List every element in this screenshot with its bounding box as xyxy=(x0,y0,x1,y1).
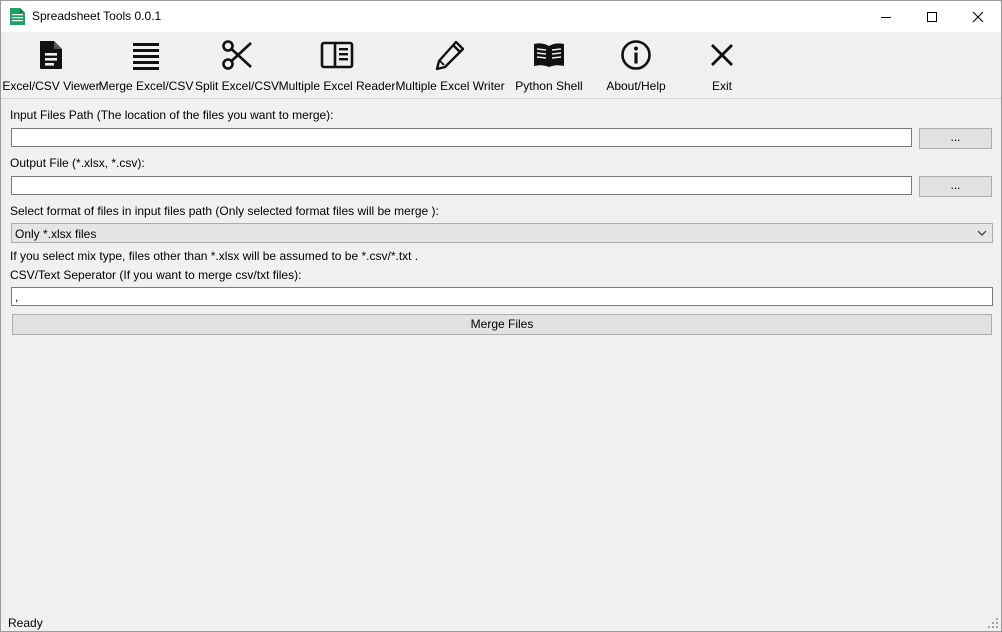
maximize-icon xyxy=(927,11,937,22)
reader-panel-icon xyxy=(320,41,354,69)
mix-type-note: If you select mix type, files other than… xyxy=(10,249,419,263)
spreadsheet-app-icon xyxy=(10,8,25,25)
resize-grip-icon[interactable] xyxy=(987,617,999,629)
toolbar-merge-excel-csv[interactable]: Merge Excel/CSV xyxy=(99,32,193,98)
title-bar: Spreadsheet Tools 0.0.1 xyxy=(1,1,1001,32)
toolbar-split-excel-csv[interactable]: Split Excel/CSV xyxy=(194,32,280,98)
toolbar-label: Exit xyxy=(711,79,732,93)
info-icon xyxy=(621,40,651,70)
toolbar-label: About/Help xyxy=(606,79,666,93)
toolbar-label: Python Shell xyxy=(515,79,583,93)
app-window: Spreadsheet Tools 0.0.1 Excel/CSV Viewer… xyxy=(0,0,1002,632)
separator-label: CSV/Text Seperator (If you want to merge… xyxy=(10,268,302,282)
output-file-browse-button[interactable]: ... xyxy=(919,176,992,197)
toolbar-multiple-excel-reader[interactable]: Multiple Excel Reader xyxy=(279,32,395,98)
toolbar-excel-csv-viewer[interactable]: Excel/CSV Viewer xyxy=(2,32,100,98)
format-select-label: Select format of files in input files pa… xyxy=(10,204,439,218)
toolbar-label: Excel/CSV Viewer xyxy=(2,79,100,93)
toolbar-exit[interactable]: Exit xyxy=(697,32,747,98)
toolbar-label: Split Excel/CSV xyxy=(194,79,280,93)
output-file-label: Output File (*.xlsx, *.csv): xyxy=(10,156,145,170)
status-text: Ready xyxy=(8,616,43,630)
format-select[interactable]: Only *.xlsx files xyxy=(11,223,993,243)
separator-field[interactable]: , xyxy=(11,287,993,306)
main-toolbar: Excel/CSV Viewer Merge Excel/CSV Split E… xyxy=(1,32,1001,99)
toolbar-label: Multiple Excel Writer xyxy=(395,79,505,93)
input-path-field[interactable] xyxy=(11,128,912,147)
format-select-value: Only *.xlsx files xyxy=(15,227,97,241)
chevron-down-icon xyxy=(977,230,987,236)
merge-files-button[interactable]: Merge Files xyxy=(12,314,992,335)
close-window-button[interactable] xyxy=(955,1,1001,32)
pencil-icon xyxy=(435,40,465,71)
window-title: Spreadsheet Tools 0.0.1 xyxy=(32,9,162,23)
open-book-icon xyxy=(534,43,564,67)
toolbar-multiple-excel-writer[interactable]: Multiple Excel Writer xyxy=(395,32,505,98)
document-icon xyxy=(40,41,62,69)
maximize-button[interactable] xyxy=(909,1,955,32)
scissors-icon xyxy=(222,40,252,70)
input-path-label: Input Files Path (The location of the fi… xyxy=(10,108,334,122)
toolbar-python-shell[interactable]: Python Shell xyxy=(513,32,585,98)
input-path-browse-button[interactable]: ... xyxy=(919,128,992,149)
output-file-field[interactable] xyxy=(11,176,912,195)
toolbar-about-help[interactable]: About/Help xyxy=(601,32,671,98)
minimize-icon xyxy=(881,16,891,18)
x-icon xyxy=(711,44,733,66)
toolbar-label: Multiple Excel Reader xyxy=(278,79,396,93)
toolbar-label: Merge Excel/CSV xyxy=(98,79,194,93)
minimize-button[interactable] xyxy=(863,1,909,32)
close-icon xyxy=(972,11,984,22)
stacked-lines-icon xyxy=(133,43,159,70)
